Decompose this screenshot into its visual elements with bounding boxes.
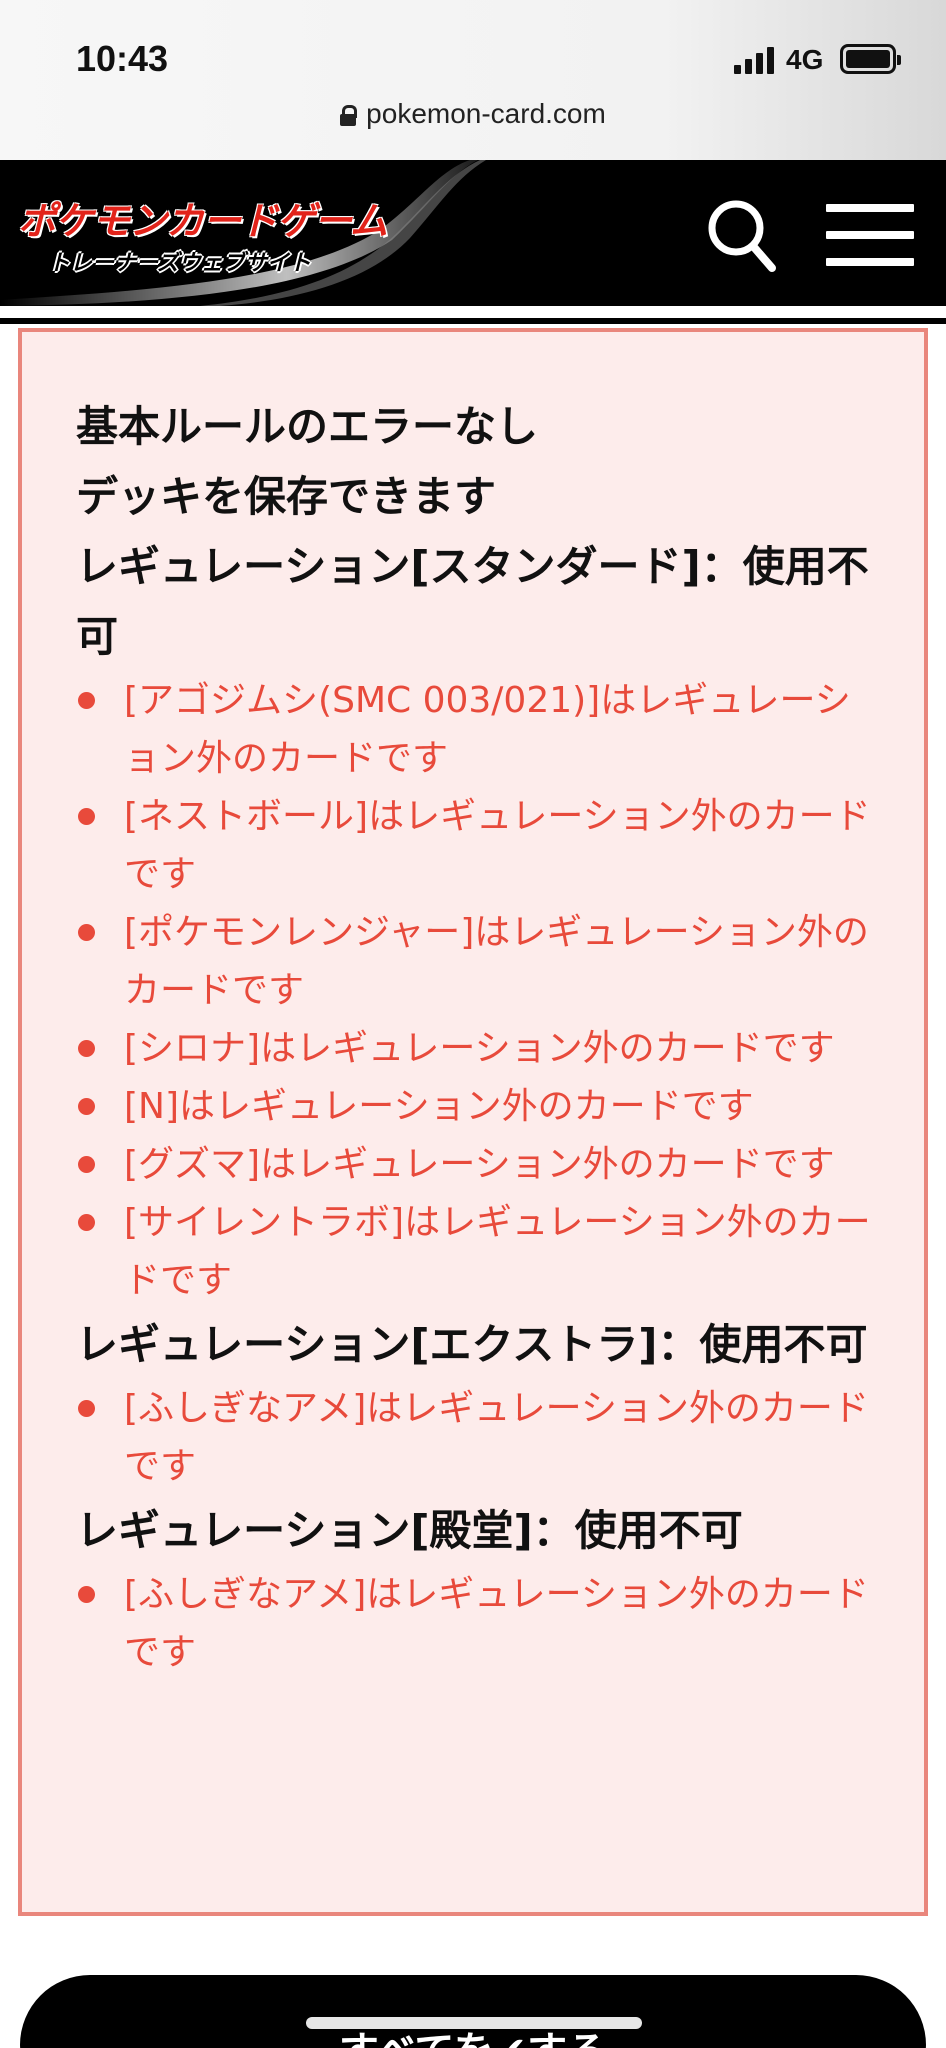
search-button[interactable]: [706, 198, 776, 274]
validation-content: 基本ルールのエラーなし デッキを保存できます レギュレーション[スタンダード]：…: [76, 392, 886, 1682]
logo-title: ポケモンカードゲーム: [18, 199, 388, 243]
home-indicator[interactable]: [306, 2017, 642, 2029]
regulation-standard-heading: レギュレーション[スタンダード]：使用不可: [76, 542, 869, 661]
regulation-hall-of-fame-heading: レギュレーション[殿堂]：使用不可: [76, 1506, 743, 1555]
cellular-signal-icon: [734, 46, 774, 74]
battery-icon: [840, 44, 901, 74]
regulation-extra-heading: レギュレーション[エクストラ]：使用不可: [76, 1320, 868, 1369]
site-header: ポケモンカードゲーム トレーナーズウェブサイト: [0, 160, 946, 306]
error-item: [ネストボール]はレギュレーション外のカードです: [76, 788, 886, 904]
url-text: pokemon-card.com: [366, 98, 606, 129]
select-all-button[interactable]: すべてを✔する: [20, 1975, 926, 2048]
error-item: [グズマ]はレギュレーション外のカードです: [76, 1136, 886, 1194]
error-item: [ポケモンレンジャー]はレギュレーション外のカードです: [76, 904, 886, 1020]
logo-subtitle: トレーナーズウェブサイト: [48, 251, 311, 276]
regulation-hall-of-fame-errors: [ふしぎなアメ]はレギュレーション外のカードです: [76, 1566, 886, 1682]
menu-button[interactable]: [826, 204, 914, 266]
error-item: [ふしぎなアメ]はレギュレーション外のカードです: [76, 1380, 886, 1496]
hamburger-icon: [826, 204, 914, 212]
bullet-icon: [78, 1586, 95, 1603]
error-item: [N]はレギュレーション外のカードです: [76, 1078, 886, 1136]
bullet-icon: [78, 808, 95, 825]
save-status: デッキを保存できます: [76, 472, 497, 521]
error-item: [サイレントラボ]はレギュレーション外のカードです: [76, 1194, 886, 1310]
site-logo[interactable]: ポケモンカードゲーム トレーナーズウェブサイト: [18, 190, 388, 277]
error-item: [アゴジムシ(SMC 003/021)]はレギュレーション外のカードです: [76, 672, 886, 788]
bullet-icon: [78, 1098, 95, 1115]
bullet-icon: [78, 1400, 95, 1417]
bullet-icon: [78, 1214, 95, 1231]
lock-icon: [340, 105, 358, 126]
url-bar[interactable]: pokemon-card.com: [0, 98, 946, 130]
status-bar: 10:43 4G pokemon-card.com: [0, 0, 946, 160]
bullet-icon: [78, 1156, 95, 1173]
error-item: [ふしぎなアメ]はレギュレーション外のカードです: [76, 1566, 886, 1682]
bullet-icon: [78, 924, 95, 941]
search-icon: [708, 200, 776, 272]
select-all-label: すべてを✔する: [339, 2029, 607, 2048]
network-type: 4G: [786, 44, 824, 75]
header-divider: [0, 318, 946, 324]
bullet-icon: [78, 692, 95, 709]
deck-validation-panel: 基本ルールのエラーなし デッキを保存できます レギュレーション[スタンダード]：…: [18, 328, 928, 1916]
regulation-standard-errors: [アゴジムシ(SMC 003/021)]はレギュレーション外のカードです [ネス…: [76, 672, 886, 1310]
bullet-icon: [78, 1040, 95, 1057]
status-time: 10:43: [76, 38, 169, 79]
error-item: [シロナ]はレギュレーション外のカードです: [76, 1020, 886, 1078]
basic-rule-status: 基本ルールのエラーなし: [76, 402, 539, 451]
regulation-extra-errors: [ふしぎなアメ]はレギュレーション外のカードです: [76, 1380, 886, 1496]
